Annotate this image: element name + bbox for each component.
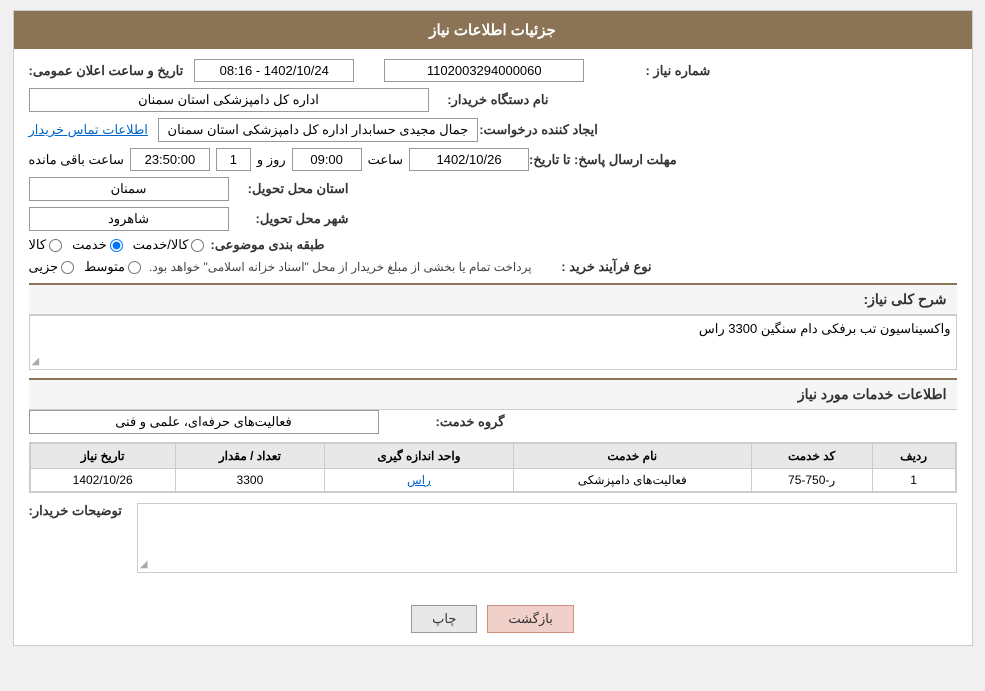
radio-kala-khadamat[interactable]: کالا/خدمت: [133, 237, 205, 253]
content-area: شماره نیاز : 1102003294000060 1402/10/24…: [14, 49, 972, 645]
row-shomare: شماره نیاز : 1102003294000060 1402/10/24…: [29, 59, 957, 82]
row-nam-dastgah: نام دستگاه خریدار: اداره کل دامپزشکی است…: [29, 88, 957, 112]
services-table-container: ردیف کد خدمت نام خدمت واحد اندازه گیری ت…: [29, 442, 957, 493]
shahr-value: شاهرود: [29, 207, 229, 231]
buttons-row: بازگشت چاپ: [14, 593, 972, 645]
shomare-value: 1102003294000060: [384, 59, 584, 82]
mohlat-label: مهلت ارسال پاسخ: تا تاریخ:: [529, 152, 677, 168]
mohlat-roz: 1: [216, 148, 251, 171]
row-ijad-konande: ایجاد کننده درخواست: جمال مجیدی حسابدار …: [29, 118, 957, 142]
row-shahr: شهر محل تحویل: شاهرود: [29, 207, 957, 231]
row-mohlat: مهلت ارسال پاسخ: تا تاریخ: 1402/10/26 سا…: [29, 148, 957, 171]
tabaqe-label: طبقه بندی موضوعی:: [204, 237, 324, 253]
main-container: جزئیات اطلاعات نیاز شماره نیاز : 1102003…: [13, 10, 973, 646]
shahr-label: شهر محل تحویل:: [229, 211, 349, 227]
tabaqe-radio-group: کالا/خدمت خدمت کالا: [29, 237, 205, 253]
col-tarikh: تاریخ نیاز: [30, 444, 175, 469]
col-kod: کد خدمت: [751, 444, 872, 469]
sharh-header: شرح کلی نیاز:: [29, 283, 957, 315]
tarikh-saat-value: 1402/10/24 - 08:16: [194, 59, 354, 82]
row-ostan: استان محل تحویل: سمنان: [29, 177, 957, 201]
description-box: ◢: [137, 503, 957, 573]
description-section: ◢ توضیحات خریدار:: [29, 503, 957, 573]
ettelaat-tamas-link[interactable]: اطلاعات تماس خریدار: [29, 122, 148, 138]
radio-jozi[interactable]: جزیی: [29, 259, 75, 275]
mohlat-date: 1402/10/26: [409, 148, 529, 171]
ijad-konande-label: ایجاد کننده درخواست:: [478, 122, 598, 138]
tarikh-saat-label: تاریخ و ساعت اعلان عمومی:: [29, 63, 184, 79]
khadamat-header: اطلاعات خدمات مورد نیاز: [29, 378, 957, 410]
nove-radio-group: متوسط جزیی: [29, 259, 142, 275]
mohlat-saat-label: ساعت: [368, 152, 403, 168]
col-nam: نام خدمت: [513, 444, 751, 469]
mohlat-baqi-label: ساعت باقی مانده: [29, 152, 124, 168]
sharh-value: واکسیناسیون تب برفکی دام سنگین 3300 راس: [35, 321, 951, 337]
row-goroh: گروه خدمت: فعالیت‌های حرفه‌ای، علمی و فن…: [29, 410, 957, 434]
goroh-label: گروه خدمت:: [385, 414, 505, 430]
sharh-section: شرح کلی نیاز: ◢ واکسیناسیون تب برفکی دام…: [29, 283, 957, 370]
radio-khadamat[interactable]: خدمت: [72, 237, 123, 253]
print-button[interactable]: چاپ: [411, 605, 477, 633]
mohlat-time2: 23:50:00: [130, 148, 210, 171]
back-button[interactable]: بازگشت: [487, 605, 573, 633]
nam-dastgah-value: اداره کل دامپزشکی استان سمنان: [29, 88, 429, 112]
col-tedad: تعداد / مقدار: [175, 444, 324, 469]
nove-farayand-label: نوع فرآیند خرید :: [532, 259, 652, 275]
section-header: جزئیات اطلاعات نیاز: [14, 11, 972, 49]
description-label: توضیحات خریدار:: [29, 503, 122, 519]
radio-motovasset[interactable]: متوسط: [84, 259, 141, 275]
ijad-konande-value: جمال مجیدی حسابدار اداره کل دامپزشکی است…: [158, 118, 478, 142]
row-tabaqe: طبقه بندی موضوعی: کالا/خدمت خدمت کالا: [29, 237, 957, 253]
row-nove-farayand: نوع فرآیند خرید : پرداخت تمام یا بخشی از…: [29, 259, 957, 275]
ostan-label: استان محل تحویل:: [229, 181, 349, 197]
col-radif: ردیف: [872, 444, 955, 469]
shomare-label: شماره نیاز :: [590, 63, 710, 79]
mohlat-roz-label: روز و: [257, 152, 286, 168]
ostan-value: سمنان: [29, 177, 229, 201]
radio-kala[interactable]: کالا: [29, 237, 63, 253]
nove-note: پرداخت تمام یا بخشی از مبلغ خریدار از مح…: [149, 260, 532, 274]
goroh-value: فعالیت‌های حرفه‌ای، علمی و فنی: [29, 410, 379, 434]
mohlat-saat: 09:00: [292, 148, 362, 171]
nam-dastgah-label: نام دستگاه خریدار:: [429, 92, 549, 108]
table-row: 1ر-750-75فعالیت‌های دامپزشکیراس33001402/…: [30, 469, 955, 492]
col-vahed: واحد اندازه گیری: [324, 444, 513, 469]
services-table: ردیف کد خدمت نام خدمت واحد اندازه گیری ت…: [30, 443, 956, 492]
header-title: جزئیات اطلاعات نیاز: [429, 22, 556, 39]
